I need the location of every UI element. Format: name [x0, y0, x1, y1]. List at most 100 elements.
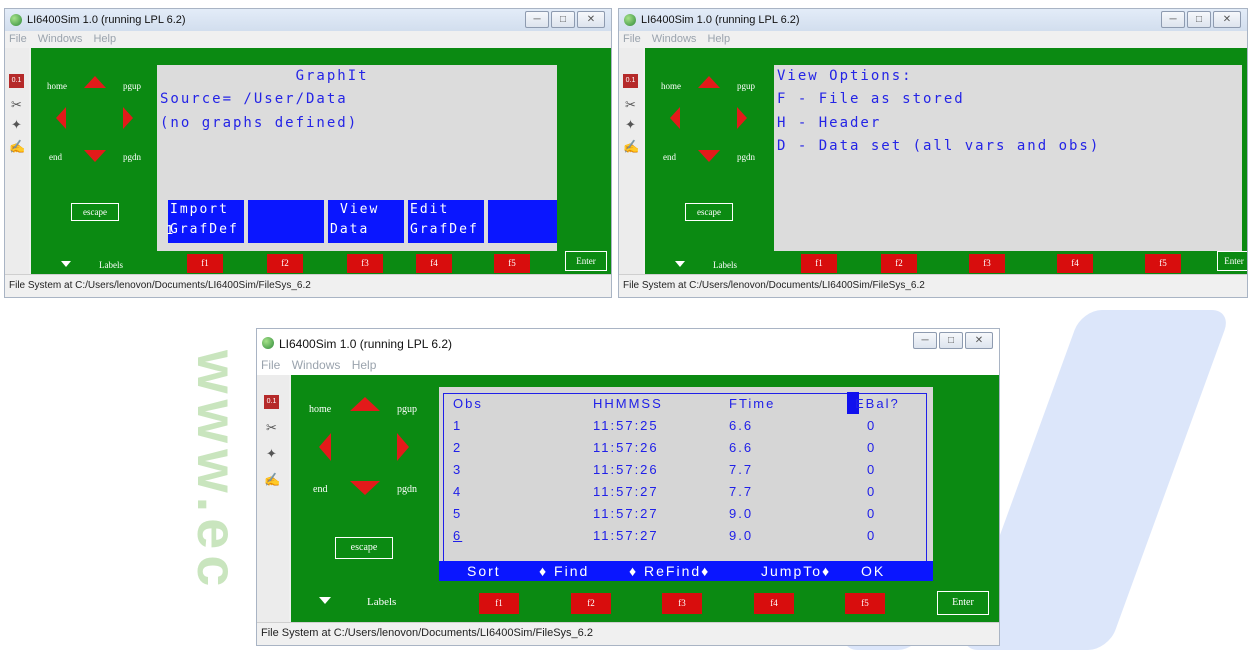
cell-ftime[interactable]: 9.0 — [729, 524, 855, 546]
down-arrow-icon[interactable] — [698, 150, 720, 162]
cell-ebal[interactable]: 0 — [855, 436, 921, 458]
up-arrow-icon[interactable] — [84, 76, 106, 88]
maximize-icon[interactable]: □ — [1187, 11, 1211, 28]
cell-obs[interactable]: 6 — [453, 524, 593, 546]
menu-help[interactable]: Help — [93, 33, 116, 45]
right-arrow-icon[interactable] — [737, 107, 747, 129]
cell-obs[interactable]: 4 — [453, 480, 593, 502]
menu-help[interactable]: Help — [707, 33, 730, 45]
graph-pen-icon[interactable]: ✍ — [9, 140, 25, 154]
f5-button[interactable]: f5 — [845, 593, 885, 614]
menu-sort[interactable]: Sort — [467, 561, 501, 581]
tools-icon[interactable]: ✂ — [623, 98, 638, 112]
cell-ebal[interactable]: 0 — [855, 502, 921, 524]
title-bar[interactable]: LI6400Sim 1.0 (running LPL 6.2) ─ □ ✕ — [257, 329, 999, 357]
cell-hhmmss[interactable]: 11:57:27 — [593, 524, 729, 546]
graph-pen-icon[interactable]: ✍ — [264, 473, 280, 487]
cell-hhmmss[interactable]: 11:57:27 — [593, 480, 729, 502]
f3-button[interactable]: f3 — [662, 593, 702, 614]
up-arrow-icon[interactable] — [698, 76, 720, 88]
column-header-obs[interactable]: Obs — [453, 392, 593, 414]
cell-ebal[interactable]: 0 — [855, 414, 921, 436]
cell-hhmmss[interactable]: 11:57:26 — [593, 436, 729, 458]
column-header-ebal[interactable]: EBal? — [855, 392, 921, 414]
escape-button[interactable]: escape — [684, 202, 734, 222]
memory-chip-icon[interactable]: 0.1 — [623, 74, 638, 88]
close-icon[interactable]: ✕ — [1213, 11, 1241, 28]
memory-chip-icon[interactable]: 0.1 — [9, 74, 24, 88]
menu-windows[interactable]: Windows — [292, 358, 341, 372]
column-header-hhmmss[interactable]: HHMMSS — [593, 392, 729, 414]
down-arrow-icon[interactable] — [84, 150, 106, 162]
menu-refind[interactable]: ♦ ReFind♦ — [629, 561, 710, 581]
cell-hhmmss[interactable]: 11:57:26 — [593, 458, 729, 480]
softkey-edit-grafdef[interactable]: Edit GrafDef — [408, 200, 484, 243]
enter-button[interactable]: Enter — [937, 591, 989, 615]
enter-button[interactable]: Enter — [565, 251, 607, 271]
cell-ftime[interactable]: 6.6 — [729, 436, 855, 458]
escape-button[interactable]: escape — [70, 202, 120, 222]
menu-file[interactable]: File — [9, 33, 27, 45]
cell-obs[interactable]: 2 — [453, 436, 593, 458]
cell-ftime[interactable]: 7.7 — [729, 480, 855, 502]
table-row[interactable]: 5 11:57:27 9.0 0 — [453, 502, 921, 524]
right-arrow-icon[interactable] — [123, 107, 133, 129]
close-icon[interactable]: ✕ — [577, 11, 605, 28]
minimize-icon[interactable]: ─ — [525, 11, 549, 28]
up-arrow-icon[interactable] — [350, 397, 380, 411]
f4-button[interactable]: f4 — [1057, 254, 1093, 273]
enter-button[interactable]: Enter — [1217, 251, 1247, 271]
table-row[interactable]: 6 11:57:27 9.0 0 — [453, 524, 921, 546]
maximize-icon[interactable]: □ — [551, 11, 575, 28]
minimize-icon[interactable]: ─ — [1161, 11, 1185, 28]
cell-ftime[interactable]: 7.7 — [729, 458, 855, 480]
left-arrow-icon[interactable] — [670, 107, 680, 129]
cell-obs[interactable]: 5 — [453, 502, 593, 524]
f5-button[interactable]: f5 — [1145, 254, 1181, 273]
cell-hhmmss[interactable]: 11:57:27 — [593, 502, 729, 524]
labels-toggle-icon[interactable] — [319, 597, 331, 604]
memory-chip-icon[interactable]: 0.1 — [264, 395, 279, 409]
satellite-icon[interactable]: ✦ — [264, 447, 279, 461]
satellite-icon[interactable]: ✦ — [9, 118, 24, 132]
f1-button[interactable]: f1 — [801, 254, 837, 273]
satellite-icon[interactable]: ✦ — [623, 118, 638, 132]
title-bar[interactable]: LI6400Sim 1.0 (running LPL 6.2) ─ □ ✕ — [619, 9, 1247, 31]
tools-icon[interactable]: ✂ — [264, 421, 279, 435]
cell-ebal[interactable]: 0 — [855, 458, 921, 480]
menu-help[interactable]: Help — [352, 358, 377, 372]
cell-ebal[interactable]: 0 — [855, 524, 921, 546]
cell-ebal[interactable]: 0 — [855, 480, 921, 502]
menu-file[interactable]: File — [261, 358, 280, 372]
table-row[interactable]: 1 11:57:25 6.6 0 — [453, 414, 921, 436]
left-arrow-icon[interactable] — [56, 107, 66, 129]
cell-ftime[interactable]: 6.6 — [729, 414, 855, 436]
menu-jumpto[interactable]: JumpTo♦ — [761, 561, 831, 581]
f1-button[interactable]: f1 — [187, 254, 223, 273]
menu-file[interactable]: File — [623, 33, 641, 45]
softkey-blank-2[interactable] — [248, 200, 324, 243]
close-icon[interactable]: ✕ — [965, 332, 993, 349]
f3-button[interactable]: f3 — [969, 254, 1005, 273]
f2-button[interactable]: f2 — [267, 254, 303, 273]
f4-button[interactable]: f4 — [416, 254, 452, 273]
tools-icon[interactable]: ✂ — [9, 98, 24, 112]
f5-button[interactable]: f5 — [494, 254, 530, 273]
labels-toggle-icon[interactable] — [61, 261, 71, 267]
menu-windows[interactable]: Windows — [38, 33, 83, 45]
cell-obs[interactable]: 3 — [453, 458, 593, 480]
table-row[interactable]: 2 11:57:26 6.6 0 — [453, 436, 921, 458]
table-row[interactable]: 4 11:57:27 7.7 0 — [453, 480, 921, 502]
menu-windows[interactable]: Windows — [652, 33, 697, 45]
cell-hhmmss[interactable]: 11:57:25 — [593, 414, 729, 436]
down-arrow-icon[interactable] — [350, 481, 380, 495]
cell-ftime[interactable]: 9.0 — [729, 502, 855, 524]
softkey-import-grafdef[interactable]: Import GrafDef 1 — [166, 200, 244, 243]
f1-button[interactable]: f1 — [479, 593, 519, 614]
escape-button[interactable]: escape — [334, 536, 394, 560]
maximize-icon[interactable]: □ — [939, 332, 963, 349]
minimize-icon[interactable]: ─ — [913, 332, 937, 349]
softkey-view-data[interactable]: View Data — [328, 200, 404, 243]
f2-button[interactable]: f2 — [881, 254, 917, 273]
graph-pen-icon[interactable]: ✍ — [623, 140, 639, 154]
